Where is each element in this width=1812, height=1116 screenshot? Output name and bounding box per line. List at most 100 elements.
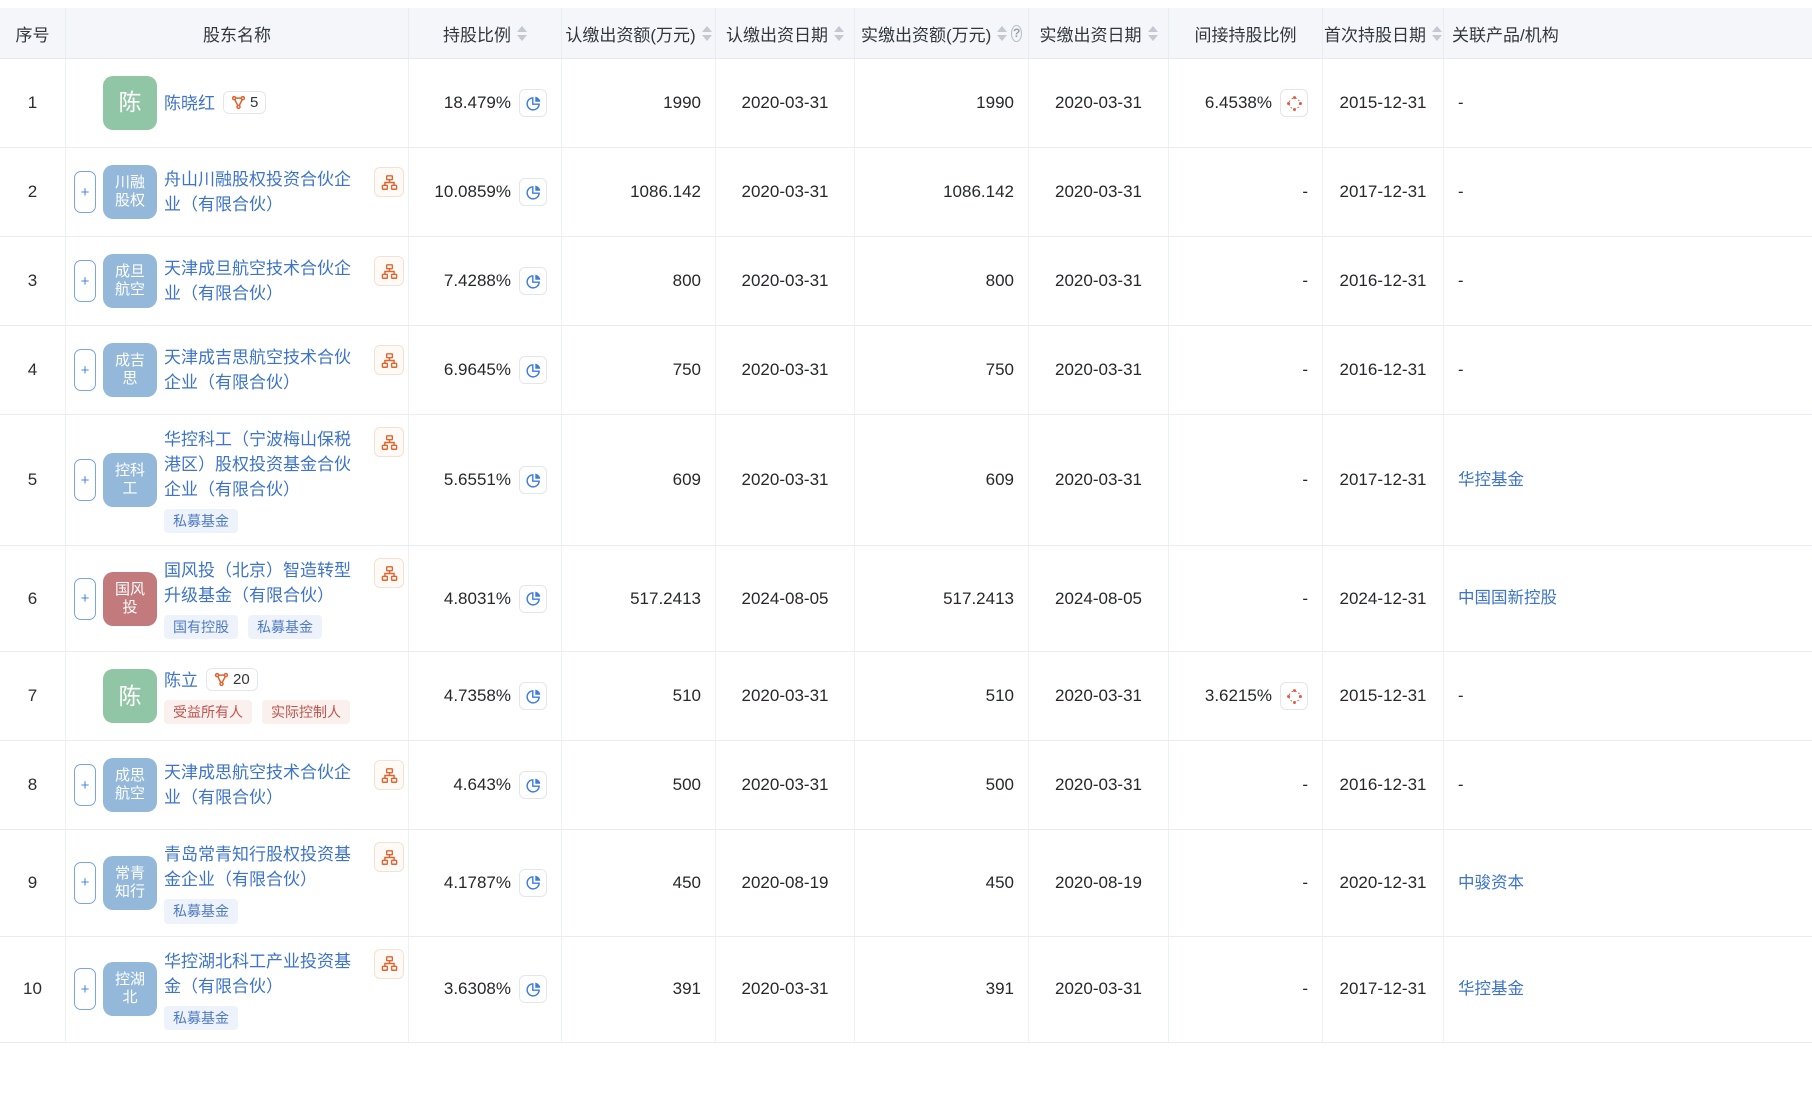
avatar: 国风投	[103, 572, 157, 626]
shareholder-name-link[interactable]: 华控科工（宁波梅山保税港区）股权投资基金合伙企业（有限合伙）	[164, 427, 366, 502]
pie-chart-icon[interactable]	[519, 89, 547, 117]
pie-chart-icon[interactable]	[519, 869, 547, 897]
shareholder-name-link[interactable]: 青岛常青知行股权投资基金企业（有限合伙）	[164, 842, 366, 892]
subscribed-date: 2020-03-31	[716, 326, 855, 414]
pie-chart-icon[interactable]	[519, 178, 547, 206]
equity-structure-icon[interactable]	[374, 427, 404, 457]
holding-ratio-cell: 4.7358%	[409, 652, 562, 740]
indirect-ratio-value: -	[1302, 182, 1308, 202]
shareholder-tag: 实际控制人	[262, 700, 350, 724]
holding-ratio-cell: 10.0859%	[409, 148, 562, 236]
expand-row-button[interactable]: +	[74, 171, 96, 213]
shareholder-name-link[interactable]: 天津成吉思航空技术合伙企业（有限合伙）	[164, 345, 366, 395]
indirect-holding-icon[interactable]	[1280, 682, 1308, 710]
related-product-link[interactable]: 华控基金	[1458, 468, 1524, 493]
sort-icon[interactable]	[1148, 26, 1158, 41]
holding-ratio-cell: 6.9645%	[409, 326, 562, 414]
indirect-ratio-cell: -	[1169, 237, 1323, 325]
shareholder-name-link[interactable]: 天津成思航空技术合伙企业（有限合伙）	[164, 760, 366, 810]
expand-row-button[interactable]: +	[74, 764, 96, 806]
holding-ratio-value: 4.643%	[453, 775, 511, 795]
indirect-ratio-value: 6.4538%	[1205, 93, 1272, 113]
related-product-link[interactable]: 华控基金	[1458, 977, 1524, 1002]
sort-icon[interactable]	[997, 26, 1007, 41]
avatar: 川融股权	[103, 165, 157, 219]
equity-structure-icon[interactable]	[374, 256, 404, 286]
shareholder-name-link[interactable]: 陈晓红	[164, 91, 215, 116]
indirect-ratio-value: -	[1302, 775, 1308, 795]
pie-chart-icon[interactable]	[519, 682, 547, 710]
shareholder-cell: + 控科工 华控科工（宁波梅山保税港区）股权投资基金合伙企业（有限合伙）	[66, 415, 409, 545]
pie-chart-icon[interactable]	[519, 267, 547, 295]
indirect-ratio-value: -	[1302, 979, 1308, 999]
pie-chart-icon[interactable]	[519, 585, 547, 613]
subscribed-amount: 510	[562, 652, 716, 740]
pie-chart-icon[interactable]	[519, 975, 547, 1003]
column-header-6[interactable]: 实缴出资日期	[1029, 8, 1169, 58]
relation-count-badge[interactable]: 5	[223, 91, 266, 114]
equity-structure-icon[interactable]	[374, 345, 404, 375]
holding-ratio-value: 10.0859%	[434, 182, 511, 202]
expand-row-button[interactable]: +	[74, 968, 96, 1010]
help-icon[interactable]: ?	[1011, 25, 1022, 42]
column-header-8[interactable]: 首次持股日期	[1323, 8, 1444, 58]
column-header-5[interactable]: 实缴出资额(万元) ?	[855, 8, 1029, 58]
column-header-4[interactable]: 认缴出资日期	[716, 8, 855, 58]
sort-icon[interactable]	[517, 26, 527, 41]
pie-chart-icon[interactable]	[519, 771, 547, 799]
expand-row-button[interactable]: +	[74, 862, 96, 904]
avatar: 成思航空	[103, 758, 157, 812]
expand-row-button[interactable]: +	[74, 578, 96, 620]
expand-row-button[interactable]: +	[74, 349, 96, 391]
table-row: 9 + 常青知行 青岛常青知行股权投资基金企业（有限合伙）	[0, 830, 1812, 936]
expand-row-button[interactable]: +	[74, 260, 96, 302]
column-header-3[interactable]: 认缴出资额(万元)	[562, 8, 716, 58]
holding-ratio-cell: 4.1787%	[409, 830, 562, 935]
indirect-holding-icon[interactable]	[1280, 89, 1308, 117]
shareholder-name-link[interactable]: 陈立	[164, 668, 198, 693]
related-product-cell: 华控基金	[1444, 937, 1812, 1042]
subscribed-amount: 391	[562, 937, 716, 1042]
subscribed-amount: 517.2413	[562, 546, 716, 651]
holding-ratio-cell: 5.6551%	[409, 415, 562, 545]
sort-icon[interactable]	[834, 26, 844, 41]
shareholder-tag: 私募基金	[164, 899, 238, 923]
relation-count-badge[interactable]: 20	[206, 668, 258, 691]
shareholder-name-link[interactable]: 国风投（北京）智造转型升级基金（有限合伙）	[164, 558, 366, 608]
column-header-2[interactable]: 持股比例	[409, 8, 562, 58]
indirect-ratio-cell: -	[1169, 415, 1323, 545]
row-index: 4	[0, 326, 66, 414]
relation-network-icon	[214, 672, 229, 687]
indirect-ratio-cell: -	[1169, 148, 1323, 236]
shareholder-tags: 国有控股私募基金	[164, 615, 404, 639]
avatar: 常青知行	[103, 856, 157, 910]
shareholder-tag: 私募基金	[164, 509, 238, 533]
paid-date: 2020-03-31	[1029, 741, 1169, 829]
paid-amount: 517.2413	[855, 546, 1029, 651]
related-product-link[interactable]: 中骏资本	[1458, 871, 1524, 896]
column-header-1: 股东名称	[66, 8, 409, 58]
shareholder-name-link[interactable]: 舟山川融股权投资合伙企业（有限合伙）	[164, 167, 366, 217]
equity-structure-icon[interactable]	[374, 949, 404, 979]
equity-structure-icon[interactable]	[374, 760, 404, 790]
relation-network-icon	[231, 95, 246, 110]
table-row: 2 + 川融股权 舟山川融股权投资合伙企业（有限合伙）	[0, 148, 1812, 237]
equity-structure-icon[interactable]	[374, 558, 404, 588]
subscribed-amount: 450	[562, 830, 716, 935]
indirect-ratio-value: 3.6215%	[1205, 686, 1272, 706]
pie-chart-icon[interactable]	[519, 466, 547, 494]
subscribed-date: 2020-03-31	[716, 148, 855, 236]
equity-structure-icon[interactable]	[374, 842, 404, 872]
sort-icon[interactable]	[1432, 26, 1442, 41]
pie-chart-icon[interactable]	[519, 356, 547, 384]
shareholder-name-link[interactable]: 华控湖北科工产业投资基金（有限合伙）	[164, 949, 366, 999]
first-holding-date: 2017-12-31	[1323, 937, 1444, 1042]
holding-ratio-value: 4.1787%	[444, 873, 511, 893]
expand-row-button[interactable]: +	[74, 459, 96, 501]
column-header-label: 间接持股比例	[1195, 21, 1297, 46]
shareholder-name-link[interactable]: 天津成旦航空技术合伙企业（有限合伙）	[164, 256, 366, 306]
related-product-link[interactable]: 中国国新控股	[1458, 586, 1557, 611]
equity-structure-icon[interactable]	[374, 167, 404, 197]
first-holding-date: 2015-12-31	[1323, 59, 1444, 147]
sort-icon[interactable]	[702, 26, 712, 41]
